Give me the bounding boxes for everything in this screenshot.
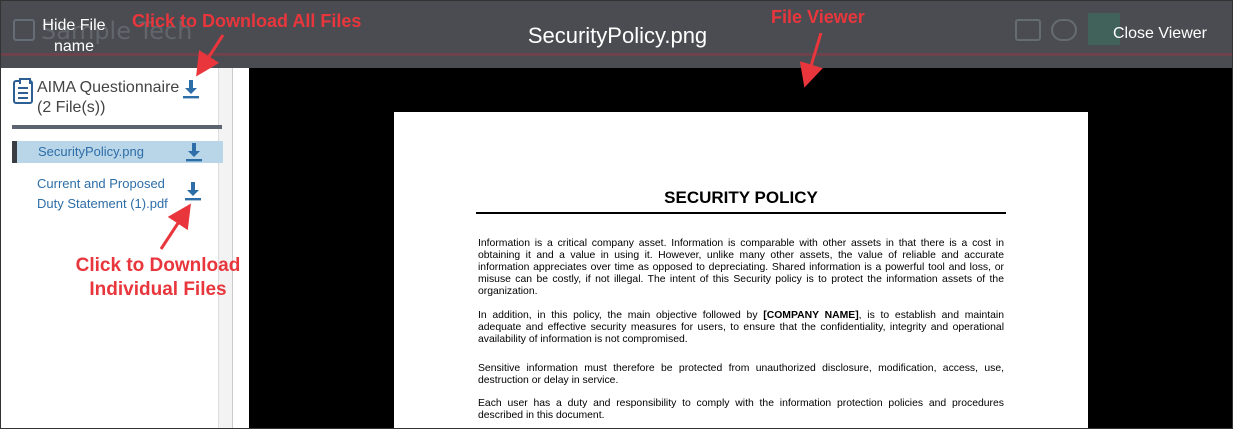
file-name-line1[interactable]: Current and Proposed bbox=[37, 173, 165, 194]
file-sidebar: AIMA Questionnaire (2 File(s)) SecurityP… bbox=[1, 68, 233, 428]
title-rule bbox=[476, 212, 1006, 214]
file-name[interactable]: SecurityPolicy.png bbox=[38, 141, 144, 162]
sidebar-scrollbar[interactable] bbox=[218, 68, 232, 428]
download-all-icon[interactable] bbox=[182, 79, 200, 99]
annotation-download-individual: Click to Download Individual Files bbox=[71, 254, 245, 302]
annotation-line: Click to Download bbox=[75, 255, 241, 276]
document-paragraph: Information is a critical company asset.… bbox=[478, 238, 1004, 297]
annotation-line: Individual Files bbox=[89, 279, 227, 300]
download-icon[interactable] bbox=[185, 142, 203, 162]
file-item-securitypolicy[interactable]: SecurityPolicy.png bbox=[12, 141, 223, 163]
annotation-file-viewer: File Viewer bbox=[771, 7, 865, 27]
annotation-download-all: Click to Download All Files bbox=[132, 11, 362, 31]
questionnaire-icon bbox=[13, 78, 33, 104]
app-frame: Sample Tech Hide File name SecurityPolic… bbox=[0, 0, 1233, 429]
company-name: [COMPANY NAME] bbox=[763, 310, 859, 321]
close-viewer-button[interactable]: Close Viewer bbox=[1113, 25, 1207, 43]
sidebar-divider bbox=[12, 125, 222, 129]
group-title: AIMA Questionnaire (2 File(s)) bbox=[37, 79, 180, 116]
para-text: In addition, in this policy, the main ob… bbox=[478, 310, 764, 321]
file-name-line2[interactable]: Duty Statement (1).pdf bbox=[37, 193, 168, 214]
document-page: SECURITY POLICY Information is a critica… bbox=[394, 112, 1088, 428]
document-title: SECURITY POLICY bbox=[664, 188, 818, 207]
background-divider bbox=[1, 53, 1232, 56]
file-viewer: SECURITY POLICY Information is a critica… bbox=[249, 68, 1232, 428]
download-icon[interactable] bbox=[184, 181, 202, 201]
document-paragraph: Each user has a duty and responsibility … bbox=[478, 398, 1004, 421]
document-paragraph: Sensitive information must therefore be … bbox=[478, 363, 1004, 386]
document-paragraph: In addition, in this policy, the main ob… bbox=[478, 310, 1004, 346]
file-item-duty-statement[interactable]: Current and Proposed Duty Statement (1).… bbox=[12, 173, 223, 217]
